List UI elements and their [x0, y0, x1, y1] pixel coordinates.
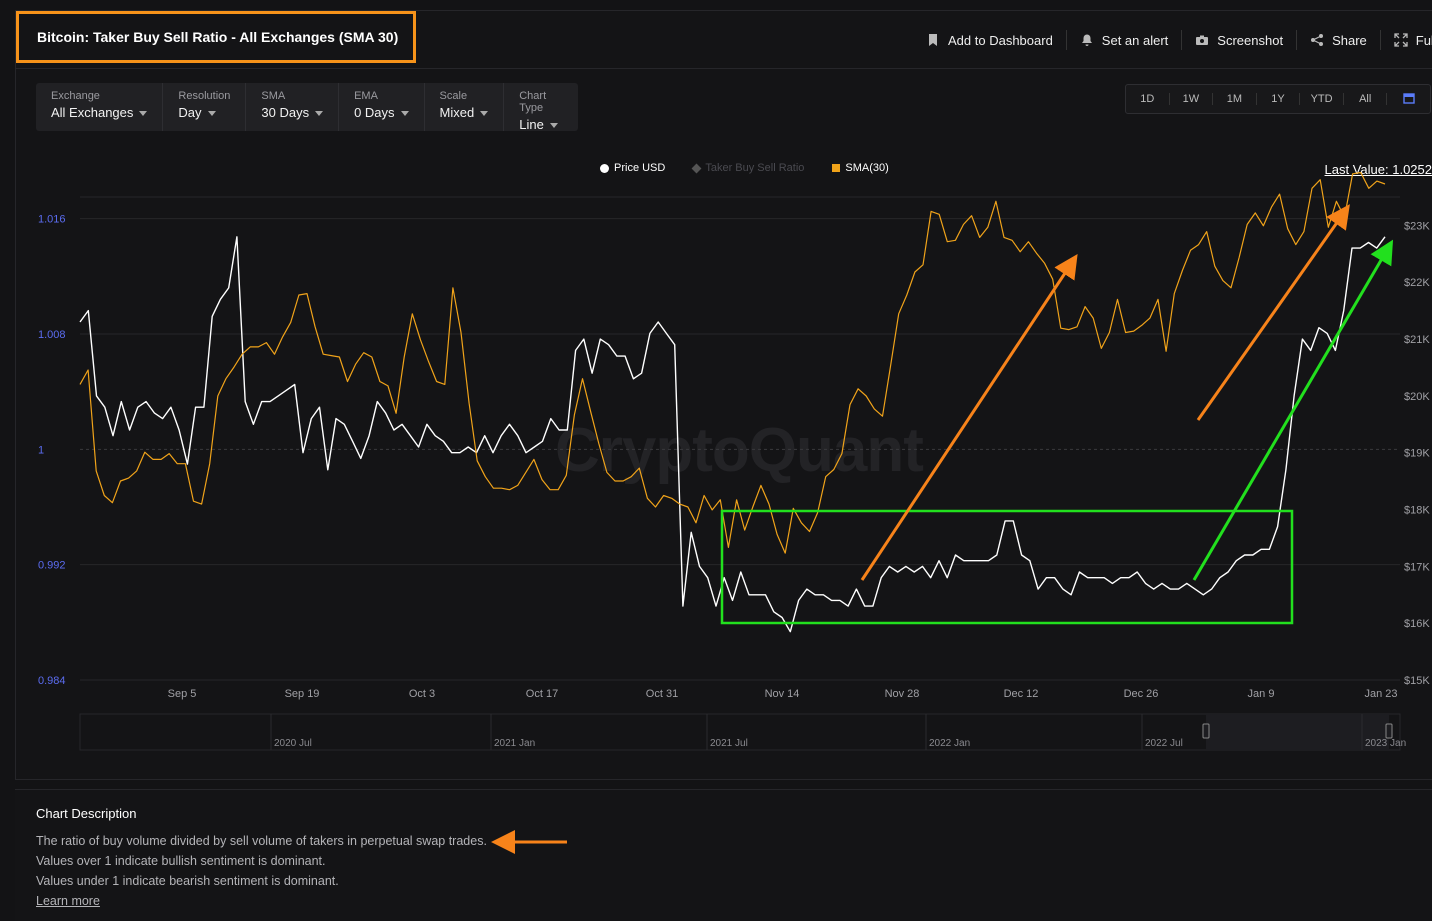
y-left-tick-label: 0.992: [38, 560, 66, 572]
description-title: Chart Description: [36, 806, 137, 821]
navigator-handle: [1385, 723, 1393, 739]
y-right-tick-label: $19K: [1404, 448, 1430, 460]
x-tick-label: Oct 3: [409, 688, 435, 700]
navigator-label: 2022 Jan: [929, 738, 970, 749]
chart-canvas: 1.016 1.008 1 0.992 0.984 $23K $22K $21K $20K $19…: [38, 171, 1430, 751]
x-tick-label: Nov 14: [765, 688, 800, 700]
navigator-handle: [1202, 723, 1210, 739]
y-left-tick-label: 1.008: [38, 329, 66, 341]
y-right-tick-label: $16K: [1404, 618, 1430, 630]
y-right-tick-label: $23K: [1404, 220, 1430, 232]
x-tick-label: Oct 17: [526, 688, 558, 700]
learn-more-link[interactable]: Learn more: [36, 894, 100, 908]
description-line-2: Values over 1 indicate bullish sentiment…: [36, 854, 326, 868]
y-right-tick-label: $17K: [1404, 561, 1430, 573]
navigator-label: 2023 Jan: [1365, 738, 1406, 749]
x-tick-label: Sep 5: [168, 688, 197, 700]
y-right-tick-label: $21K: [1404, 334, 1430, 346]
price-series-line: [79, 236, 1386, 633]
y-right-tick-label: $18K: [1404, 505, 1430, 517]
y-left-tick-label: 1: [38, 444, 44, 456]
y-left-tick-label: 0.984: [38, 675, 66, 687]
navigator-label: 2022 Jul: [1145, 738, 1183, 749]
x-tick-label: Dec 26: [1124, 688, 1159, 700]
navigator-label: 2021 Jan: [494, 738, 535, 749]
y-right-tick-label: $22K: [1404, 277, 1430, 289]
navigator-label: 2020 Jul: [274, 738, 312, 749]
description-line-1: The ratio of buy volume divided by sell …: [36, 834, 487, 848]
chart-description: Chart Description The ratio of buy volum…: [15, 789, 1432, 921]
y-left-tick-label: 1.016: [38, 214, 66, 226]
x-tick-label: Oct 31: [646, 688, 678, 700]
y-right-tick-label: $15K: [1404, 675, 1430, 687]
description-line-3: Values under 1 indicate bearish sentimen…: [36, 874, 339, 888]
x-tick-label: Jan 9: [1248, 688, 1275, 700]
x-tick-label: Dec 12: [1004, 688, 1039, 700]
y-right-tick-label: $20K: [1404, 391, 1430, 403]
x-tick-label: Jan 23: [1364, 688, 1397, 700]
navigator-label: 2021 Jul: [710, 738, 748, 749]
x-tick-label: Sep 19: [285, 688, 320, 700]
x-tick-label: Nov 28: [885, 688, 920, 700]
sma-series-line: [79, 171, 1386, 554]
